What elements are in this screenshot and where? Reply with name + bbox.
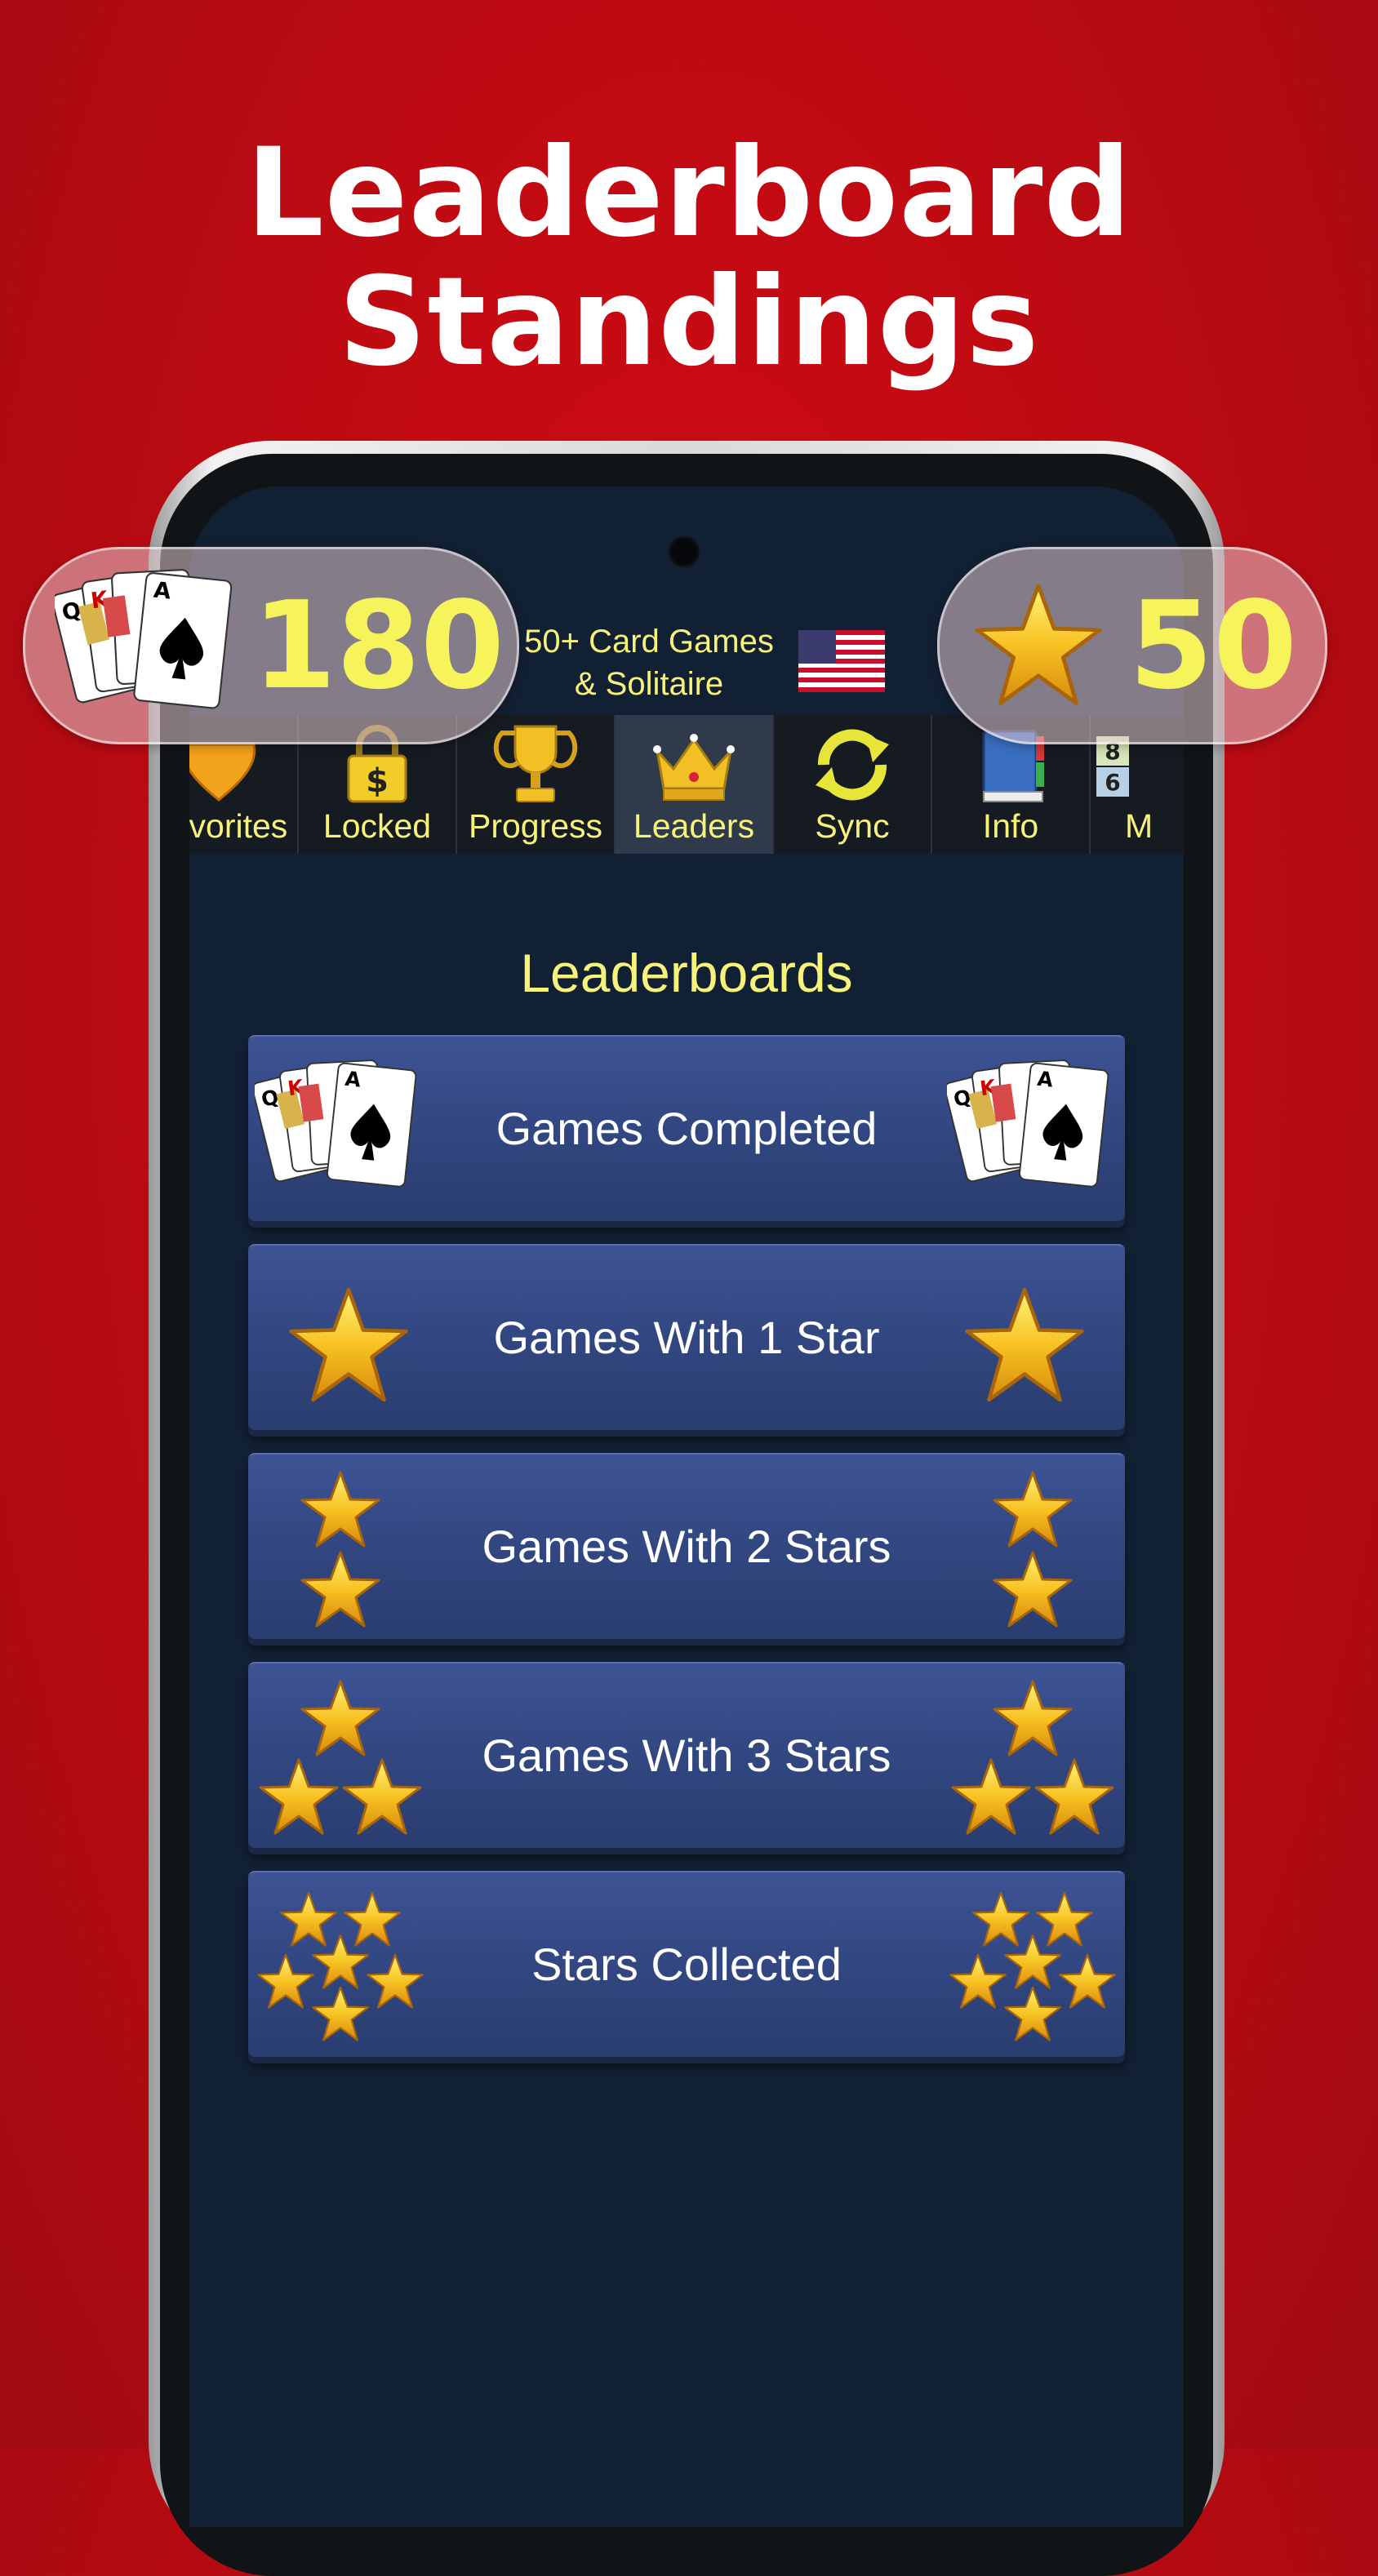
games-with-3-stars-button[interactable]: Games With 3 Stars bbox=[248, 1662, 1125, 1848]
headline-line-1: Leaderboard bbox=[246, 122, 1132, 264]
svg-text:6: 6 bbox=[1105, 769, 1120, 796]
camera-icon bbox=[668, 535, 700, 568]
cards-icon bbox=[947, 1043, 1118, 1215]
games-count-value: 180 bbox=[252, 575, 505, 716]
leaderboards-title: Leaderboards bbox=[520, 943, 853, 1003]
tab-label: M bbox=[1125, 807, 1154, 845]
tab-label: Sync bbox=[815, 807, 890, 845]
svg-text:$: $ bbox=[366, 762, 389, 800]
tab-leaders[interactable]: Leaders bbox=[616, 715, 774, 854]
us-flag-icon bbox=[798, 630, 885, 692]
cards-icon bbox=[55, 559, 242, 731]
app-title-line-2: & Solitaire bbox=[574, 666, 724, 702]
tab-progress[interactable]: Progress bbox=[457, 715, 616, 854]
sync-icon bbox=[816, 729, 889, 801]
crown-icon bbox=[653, 734, 735, 801]
stars-count-value: 50 bbox=[1129, 575, 1297, 716]
tab-label: Locked bbox=[322, 807, 432, 845]
trophy-icon bbox=[493, 725, 578, 802]
tab-label: Leaders bbox=[633, 807, 755, 845]
two-stars-icon bbox=[993, 1471, 1073, 1628]
one-star-icon bbox=[947, 1252, 1118, 1423]
games-with-1-star-button[interactable]: Games With 1 Star bbox=[248, 1244, 1125, 1430]
games-completed-button[interactable]: Games Completed bbox=[248, 1035, 1125, 1221]
star-cluster-icon bbox=[949, 1891, 1116, 2041]
games-with-2-stars-button[interactable]: Games With 2 Stars bbox=[248, 1453, 1125, 1639]
app-title: 50+ Card Games & Solitaire bbox=[506, 620, 792, 705]
stars-collected-button[interactable]: Stars Collected bbox=[248, 1871, 1125, 2057]
tab-sync[interactable]: Sync bbox=[774, 715, 932, 854]
three-stars-icon bbox=[951, 1680, 1114, 1835]
tab-label: Favorites bbox=[189, 807, 288, 845]
tab-label: Progress bbox=[468, 807, 603, 845]
headline-line-2: Standings bbox=[338, 251, 1040, 393]
stars-count-badge: 50 bbox=[937, 547, 1327, 744]
tab-label: Info bbox=[982, 807, 1039, 845]
star-icon bbox=[969, 580, 1108, 711]
games-count-badge: 180 bbox=[23, 547, 519, 744]
app-title-line-1: 50+ Card Games bbox=[524, 624, 774, 660]
